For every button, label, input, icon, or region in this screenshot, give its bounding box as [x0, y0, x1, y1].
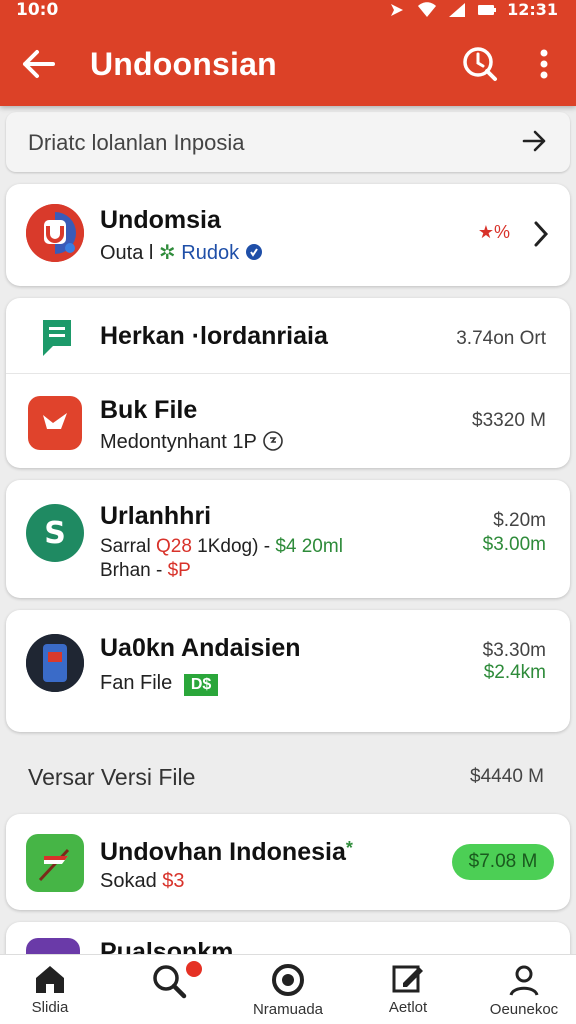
star-icon: ✲: [158, 242, 176, 264]
item-value: $3.30m: [482, 640, 546, 661]
back-button[interactable]: [18, 46, 58, 82]
arrow-right-icon: [522, 130, 546, 152]
item-value: 3.74on Ort: [456, 328, 546, 349]
list-item[interactable]: Buk File Medontynhant 1P $3320 M: [6, 374, 570, 468]
signal-icon: [449, 2, 466, 17]
sync-icon: [263, 431, 283, 451]
nav-search[interactable]: [120, 961, 220, 1023]
search-icon: [153, 965, 187, 999]
flag-app-icon: [26, 834, 84, 892]
item-subtitle: Fan File D$: [100, 672, 219, 696]
arrow-left-icon: [23, 50, 55, 78]
list-item[interactable]: Undomsia Outa l ✲ Rudok ★%: [6, 184, 570, 286]
nav-record[interactable]: Nramuada: [238, 963, 338, 1023]
home-icon: [36, 966, 64, 993]
item-value: $3320 M: [472, 410, 546, 431]
nav-label: Nramuada: [252, 1001, 324, 1018]
edit-icon: [392, 965, 423, 993]
item-sub-a: Sarral: [100, 536, 151, 557]
item-subtitle: Outa l ✲ Rudok: [100, 240, 263, 265]
nav-profile[interactable]: Oeunekoc: [474, 963, 574, 1023]
item-sub-line2-red: $P: [167, 560, 191, 581]
list-item[interactable]: Herkan ·lordanriaia 3.74on Ort: [6, 298, 570, 374]
status-time: 12:31: [507, 0, 558, 19]
status-time-left: 10:0: [16, 0, 59, 20]
item-sub-b: Rudok: [181, 242, 240, 264]
section-title: Versar Versi File: [28, 764, 196, 790]
item-name: Herkan ·lordanriaia: [100, 322, 328, 350]
list-card: Herkan ·lordanriaia 3.74on Ort Buk File …: [6, 298, 570, 468]
section-value: $4440 M: [470, 766, 544, 787]
item-sub-red: $3: [162, 870, 185, 892]
item-name: Ua0kn Andaisien: [100, 634, 301, 662]
item-subtitle: Medontynhant 1P: [100, 430, 284, 454]
item-sub: Fan File: [100, 672, 173, 694]
nav-label: Oeunekoc: [489, 1001, 559, 1018]
notification-dot: [186, 961, 202, 977]
item-sub-line2: Brhan -: [100, 560, 163, 581]
phone-app-icon: [26, 634, 84, 692]
app-logo-icon: [26, 204, 84, 262]
location-icon: [391, 3, 404, 16]
more-vert-icon: [540, 49, 548, 79]
search-icon: [463, 47, 497, 81]
item-badge: D$: [183, 674, 219, 696]
list-item[interactable]: Ua0kn Andaisien Fan File D$ $3.30m $2.4k…: [6, 610, 570, 732]
item-value-2: $3.00m: [482, 534, 546, 555]
document-icon: [32, 312, 86, 366]
bottom-navigation: Slidia Nramuada Aetlot Oeunekoc: [0, 954, 576, 1024]
item-sub: Medontynhant 1P: [100, 431, 257, 453]
chevron-right-icon: [534, 221, 549, 247]
item-name: Urlanhhri: [100, 502, 212, 530]
item-subtitle: Sokad $3: [100, 870, 185, 893]
record-icon: [272, 964, 304, 996]
status-bar: 10:0 12:31: [0, 0, 576, 26]
item-value-2: $2.4km: [483, 662, 546, 683]
item-subtitle-2: Brhan - $P: [100, 560, 191, 582]
sparkle-icon: *: [345, 838, 353, 858]
item-name-text: Undovhan Indonesia: [100, 838, 346, 866]
person-icon: [509, 965, 539, 996]
nav-label: Aetlot: [388, 999, 428, 1016]
breadcrumb[interactable]: Driatc lolanlan Inposia: [6, 112, 570, 172]
item-sub: Sokad: [100, 870, 157, 892]
breadcrumb-text: Driatc lolanlan Inposia: [28, 130, 245, 155]
item-sub-b: 1Kdog) -: [197, 536, 271, 557]
item-sub-a: Outa l: [100, 242, 154, 264]
app-bar: 10:0 12:31 Undoonsian: [0, 0, 576, 106]
battery-icon: [478, 4, 497, 15]
rating-value: %: [493, 222, 510, 242]
nav-edit[interactable]: Aetlot: [358, 963, 458, 1023]
nav-label: Slidia: [31, 999, 69, 1016]
item-sub-red: Q28: [155, 536, 192, 557]
item-name: Undovhan Indonesia*: [100, 838, 353, 867]
search-button[interactable]: [460, 44, 500, 84]
star-rating-icon: ★: [477, 222, 494, 242]
verified-icon: [245, 244, 262, 260]
nav-home[interactable]: Slidia: [0, 963, 100, 1023]
item-name: Buk File: [100, 396, 198, 424]
more-options-button[interactable]: [530, 46, 558, 82]
item-subtitle: Sarral Q28 1Kdog) - $4 20ml: [100, 536, 343, 558]
rating: ★%: [478, 222, 510, 243]
wifi-icon: [418, 1, 437, 17]
page-title: Undoonsian: [90, 46, 277, 82]
item-value: $.20m: [493, 510, 546, 531]
item-sub-green: $4 20ml: [275, 536, 343, 557]
item-name: Undomsia: [100, 206, 221, 234]
list-item[interactable]: Undovhan Indonesia* Sokad $3 $7.08 M: [6, 814, 570, 910]
price-button[interactable]: $7.08 M: [452, 844, 554, 880]
list-item[interactable]: S Urlanhhri Sarral Q28 1Kdog) - $4 20ml …: [6, 480, 570, 598]
dollar-app-icon: S: [26, 504, 84, 562]
status-icons: 12:31: [387, 0, 558, 19]
bird-app-icon: [28, 396, 82, 450]
